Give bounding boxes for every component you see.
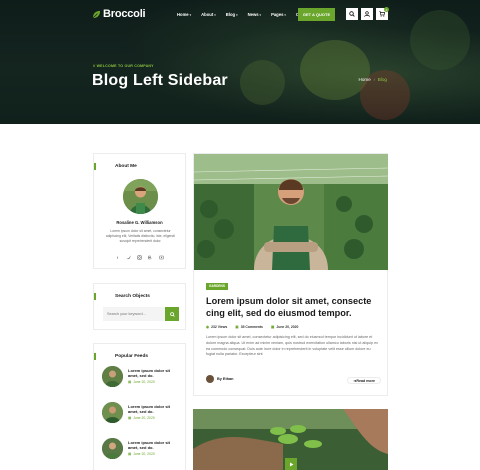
search-form: [103, 307, 179, 321]
facebook-icon[interactable]: f: [115, 255, 120, 260]
feed-thumbnail: [102, 366, 123, 387]
comments-text: 35 Comments: [240, 325, 263, 329]
feed-date-text: June 20, 2020: [133, 451, 155, 456]
caret-down-icon: ▾: [189, 12, 192, 17]
about-me-widget: About Me Rosaline G. Williamson Lorem ip…: [93, 153, 186, 269]
page-title: Blog Left Sidebar: [92, 72, 228, 89]
author-name: Rosaline G. Williamson: [116, 220, 163, 225]
logo-text: Broccoli: [103, 8, 146, 20]
widget-title: About Me: [94, 163, 137, 170]
instagram-icon[interactable]: [137, 255, 142, 260]
feed-item[interactable]: Lorem ipsum dolor sit amet, sed do. ▦ Jun…: [102, 366, 180, 387]
search-input[interactable]: [103, 307, 165, 321]
feed-item[interactable]: Lorem ipsum dolor sit amet, sed do. ▦ Jun…: [102, 438, 180, 459]
caret-down-icon: ▾: [236, 12, 238, 17]
cart-icon: [379, 11, 385, 17]
blog-post-card: GARDENS Lorem ipsum dolor sit amet, cons…: [193, 153, 388, 396]
post-title[interactable]: Lorem ipsum dolor sit amet, consecte cin…: [206, 295, 378, 319]
date-text: June 20, 2020: [276, 325, 299, 329]
search-button[interactable]: [346, 8, 358, 20]
date-meta: ▦ June 20, 2020: [271, 325, 298, 329]
social-links: f: [94, 255, 185, 260]
youtube-icon[interactable]: [159, 255, 164, 260]
menu-item-about[interactable]: About ▾: [201, 12, 216, 17]
feed-date: ▦ June 20, 2020: [128, 416, 180, 420]
gardener-photo: [194, 154, 388, 270]
search-icon: [349, 11, 355, 17]
behance-icon[interactable]: [148, 255, 153, 260]
breadcrumb: Home / Blog: [359, 77, 387, 82]
menu-label: About: [201, 12, 214, 17]
calendar-icon: ▦: [128, 415, 132, 420]
feed-date-text: June 20, 2020: [133, 415, 155, 420]
play-icon: [289, 462, 293, 466]
cart-button[interactable]: 0: [376, 7, 389, 20]
get-a-quote-button[interactable]: GET A QUOTE: [298, 8, 335, 21]
feed-date: ▦ June 20, 2020: [128, 452, 180, 456]
read-more-label: Read more: [356, 379, 375, 383]
search-widget: Search Objects: [93, 283, 186, 330]
comments-meta: ▣ 35 Comments: [235, 325, 263, 329]
feed-date-text: June 20, 2020: [133, 379, 155, 384]
read-more-button[interactable]: ➜Read more: [347, 377, 381, 384]
menu-label: Blog: [225, 12, 236, 17]
popular-feeds-widget: Popular Feeds Lorem ipsum dolor sit amet…: [93, 343, 186, 470]
breadcrumb-home-link[interactable]: Home: [359, 77, 371, 82]
eye-icon: ◉: [206, 325, 210, 329]
account-button[interactable]: [361, 8, 373, 20]
menu-label: News: [247, 12, 259, 17]
feed-date: ▦ June 20, 2020: [128, 380, 180, 384]
menu-item-blog[interactable]: Blog ▾: [226, 12, 238, 17]
menu-item-pages[interactable]: Pages ▾: [271, 12, 286, 17]
category-badge[interactable]: GARDENS: [206, 283, 228, 290]
calendar-icon: ▦: [270, 325, 275, 329]
feed-item[interactable]: Lorem ipsum dolor sit amet, sed do. ▦ Jun…: [102, 402, 180, 423]
site-logo[interactable]: Broccoli: [92, 8, 146, 20]
views-meta: ◉ 232 Views: [206, 325, 227, 329]
post-author: By Ethan: [206, 375, 233, 383]
post-meta: ◉ 232 Views ▣ 35 Comments ▦ June 20, 2020: [206, 325, 298, 329]
menu-item-news[interactable]: News ▾: [248, 12, 261, 17]
hero-tagline: // WELCOME TO OUR COMPANY: [93, 64, 154, 68]
leaf-logo-icon: [92, 10, 101, 18]
caret-down-icon: ▾: [259, 12, 262, 17]
feed-title[interactable]: Lorem ipsum dolor sit amet, sed do.: [128, 368, 180, 378]
feed-thumbnail: [102, 438, 123, 459]
calendar-icon: ▦: [128, 379, 132, 384]
breadcrumb-current: Blog: [377, 77, 387, 82]
feed-title[interactable]: Lorem ipsum dolor sit amet, sed do.: [128, 404, 180, 414]
author-bio: Lorem ipsum dolor sit amet, consectetur …: [105, 229, 176, 244]
breadcrumb-separator: /: [373, 77, 375, 82]
author-name[interactable]: By Ethan: [217, 377, 233, 381]
author-avatar: [123, 179, 158, 214]
comment-icon: ▣: [235, 325, 239, 329]
caret-down-icon: ▾: [284, 12, 286, 17]
post-excerpt: Lorem ipsum dolor sit amet, consectetur …: [206, 335, 378, 357]
widget-title: Search Objects: [94, 293, 150, 300]
menu-list: Home▾ About▾ Blog▾ News▾ Pages▾ Contact: [177, 12, 312, 17]
play-video-button[interactable]: [285, 458, 297, 470]
caret-down-icon: ▾: [214, 12, 216, 17]
menu-label: Pages: [271, 12, 284, 17]
menu-item-home[interactable]: Home ▾: [177, 12, 191, 17]
feed-title[interactable]: Lorem ipsum dolor sit amet, sed do.: [128, 440, 180, 450]
search-icon: [169, 311, 175, 317]
menu-label: Home: [177, 12, 189, 17]
main-navigation: Broccoli Home ▾ About ▾ Blog ▾ News ▾ Pages ▾…: [0, 0, 480, 30]
calendar-icon: ▦: [128, 451, 132, 456]
user-icon: [364, 11, 370, 17]
widget-title: Popular Feeds: [94, 353, 148, 360]
author-avatar: [206, 375, 214, 383]
page-header-banner: Broccoli Home ▾ About ▾ Blog ▾ News ▾ Pages ▾…: [0, 0, 480, 124]
feed-thumbnail: [102, 402, 123, 423]
author-photo: [123, 179, 158, 214]
views-text: 232 Views: [211, 325, 228, 329]
post-featured-image[interactable]: [194, 154, 388, 270]
twitter-icon[interactable]: [126, 255, 131, 260]
cart-count-badge: 0: [384, 7, 389, 12]
banner-vegetable-shape: [240, 60, 285, 105]
search-submit-button[interactable]: [165, 307, 179, 321]
